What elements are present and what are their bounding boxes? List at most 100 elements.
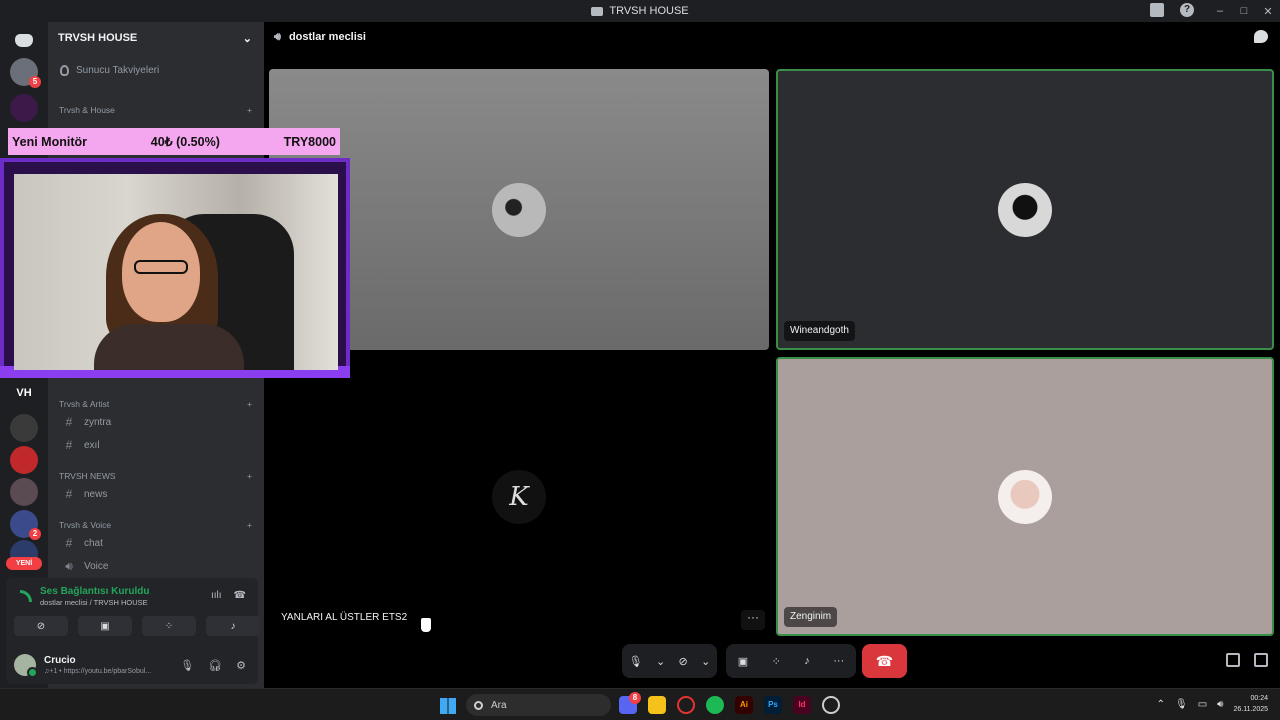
server-header[interactable]: TRVSH HOUSE ⌄	[48, 22, 264, 54]
participant-name: Wineandgoth	[784, 321, 855, 341]
server-avatar[interactable]	[10, 478, 38, 506]
search-icon	[474, 700, 483, 710]
voice-status: Ses Bağlantısı Kuruldu	[40, 586, 150, 597]
user-panel: Crucio ♫+1 • https://youtu.be/pbarSobul.…	[6, 648, 258, 682]
call-actions: ▣ ⁘ ♪ ···	[726, 644, 856, 678]
soundboard-icon: ♪	[230, 620, 236, 632]
chevron-down-icon: ⌄	[242, 32, 252, 45]
indesign-icon[interactable]: Id	[793, 696, 811, 714]
title-bar: TRVSH HOUSE ? – □ ✕	[0, 0, 1280, 22]
screen-share-icon[interactable]: ▣	[738, 655, 748, 668]
participant-avatar	[998, 469, 1052, 524]
add-channel-icon[interactable]: +	[247, 471, 252, 481]
disconnect-button[interactable]: ☎︎	[862, 644, 907, 678]
microphone-icon[interactable]: 🎙︎	[629, 655, 643, 668]
server-boost-link[interactable]: Sunucu Takviyeleri	[48, 54, 264, 86]
clock[interactable]: 00:24 26.11.2025	[1233, 693, 1268, 715]
more-options-button[interactable]: ···	[741, 610, 765, 630]
category-trvsh-artist[interactable]: Trvsh & Artist +	[48, 396, 264, 412]
mention-badge: 5	[29, 76, 41, 88]
popout-icon[interactable]	[1226, 653, 1240, 667]
server-initials[interactable]: VH	[10, 387, 38, 403]
channel-chat[interactable]: # chat	[56, 533, 256, 553]
channel-voice[interactable]: 🔊︎ Voice	[56, 556, 256, 576]
voice-location[interactable]: dostlar meclisi / TRVSH HOUSE	[40, 598, 148, 607]
inbox-icon[interactable]	[1150, 3, 1164, 17]
username[interactable]: Crucio	[44, 655, 151, 666]
channel-label: chat	[84, 537, 103, 549]
noise-suppression-icon[interactable]: ıılı	[211, 590, 222, 601]
clock-time: 00:24	[1250, 695, 1268, 702]
illustrator-icon[interactable]: Ai	[735, 696, 753, 714]
category-trvsh-house[interactable]: Trvsh & House +	[48, 102, 264, 118]
participant-tile[interactable]: K YANLARI AL ÜSTLER ETS2 ···	[269, 357, 769, 636]
microphone-icon[interactable]: 🎙︎	[180, 659, 194, 672]
network-icon[interactable]: ▭	[1198, 699, 1207, 710]
file-explorer-icon[interactable]	[648, 696, 666, 714]
participant-tile[interactable]: Wineandgoth	[776, 69, 1274, 350]
participant-avatar	[998, 182, 1052, 237]
photoshop-icon[interactable]: Ps	[764, 696, 782, 714]
server-avatar[interactable]: 2	[10, 510, 41, 540]
channel-news[interactable]: # news	[56, 484, 256, 504]
server-avatar[interactable]	[10, 446, 38, 474]
server-avatar[interactable]	[10, 414, 38, 442]
headphones-icon[interactable]: 🎧︎	[208, 659, 222, 672]
category-trvsh-news[interactable]: TRVSH NEWS +	[48, 468, 264, 484]
participant-avatar	[492, 182, 546, 237]
avatar[interactable]	[14, 654, 38, 678]
server-avatar[interactable]: 5	[10, 58, 41, 88]
maximize-button[interactable]: □	[1232, 5, 1256, 17]
activities-icon[interactable]: ⁘	[772, 655, 781, 668]
more-icon[interactable]: ···	[833, 655, 844, 667]
minimize-button[interactable]: –	[1208, 5, 1232, 17]
volume-icon[interactable]: 🔊︎	[1217, 699, 1223, 710]
channel-title: dostlar meclisi	[288, 31, 366, 43]
disconnect-icon[interactable]: ☎︎	[234, 590, 246, 601]
webcam-feed	[14, 174, 338, 370]
hash-icon: #	[65, 487, 73, 501]
window-title: TRVSH HOUSE	[609, 5, 689, 17]
discord-home-icon[interactable]	[10, 26, 38, 54]
help-icon[interactable]: ?	[1180, 3, 1194, 17]
screen-share-icon: ▣	[100, 620, 110, 632]
hash-icon: #	[65, 438, 73, 452]
gear-icon[interactable]: ⚙	[236, 659, 246, 672]
hash-icon: #	[65, 536, 73, 550]
add-channel-icon[interactable]: +	[247, 105, 252, 115]
share-screen-button[interactable]: ▣	[78, 616, 132, 636]
participant-avatar: K	[492, 469, 546, 524]
webcam-overlay	[0, 158, 350, 378]
category-label: Trvsh & Artist	[59, 399, 110, 409]
activities-button[interactable]: ⁘	[142, 616, 196, 636]
opera-icon[interactable]	[677, 696, 695, 714]
category-trvsh-voice[interactable]: Trvsh & Voice +	[48, 517, 264, 533]
soundboard-icon[interactable]: ♪	[804, 655, 810, 667]
participant-tile[interactable]: Zenginim	[776, 357, 1274, 636]
chevron-down-icon[interactable]: ⌄	[656, 655, 665, 668]
app-icon[interactable]	[822, 696, 840, 714]
chevron-up-icon[interactable]: ⌃	[1157, 699, 1165, 710]
channel-zyntra[interactable]: # zyntra	[56, 412, 256, 432]
chevron-down-icon[interactable]: ⌄	[701, 655, 710, 668]
discord-taskbar-icon[interactable]: 8	[619, 692, 641, 714]
microphone-icon[interactable]: 🎙︎	[1175, 699, 1188, 710]
channel-exil[interactable]: # exıl	[56, 435, 256, 455]
chat-icon[interactable]	[1254, 30, 1268, 43]
fullscreen-icon[interactable]	[1254, 653, 1268, 667]
server-name: TRVSH HOUSE	[58, 32, 138, 44]
activities-icon: ⁘	[164, 620, 174, 632]
spotify-icon[interactable]	[706, 696, 724, 714]
search-placeholder: Ara	[491, 699, 507, 711]
camera-off-icon[interactable]: ⊘	[679, 655, 688, 668]
camera-off-button[interactable]: ⊘	[14, 616, 68, 636]
close-button[interactable]: ✕	[1256, 5, 1280, 18]
channel-label: exıl	[84, 439, 100, 451]
add-channel-icon[interactable]: +	[247, 399, 252, 409]
windows-start-icon[interactable]	[440, 698, 456, 714]
server-avatar[interactable]	[10, 94, 38, 122]
add-channel-icon[interactable]: +	[247, 520, 252, 530]
goal-title: Yeni Monitör	[12, 134, 87, 149]
taskbar-search[interactable]: Ara	[466, 694, 611, 716]
soundboard-button[interactable]: ♪	[206, 616, 260, 636]
